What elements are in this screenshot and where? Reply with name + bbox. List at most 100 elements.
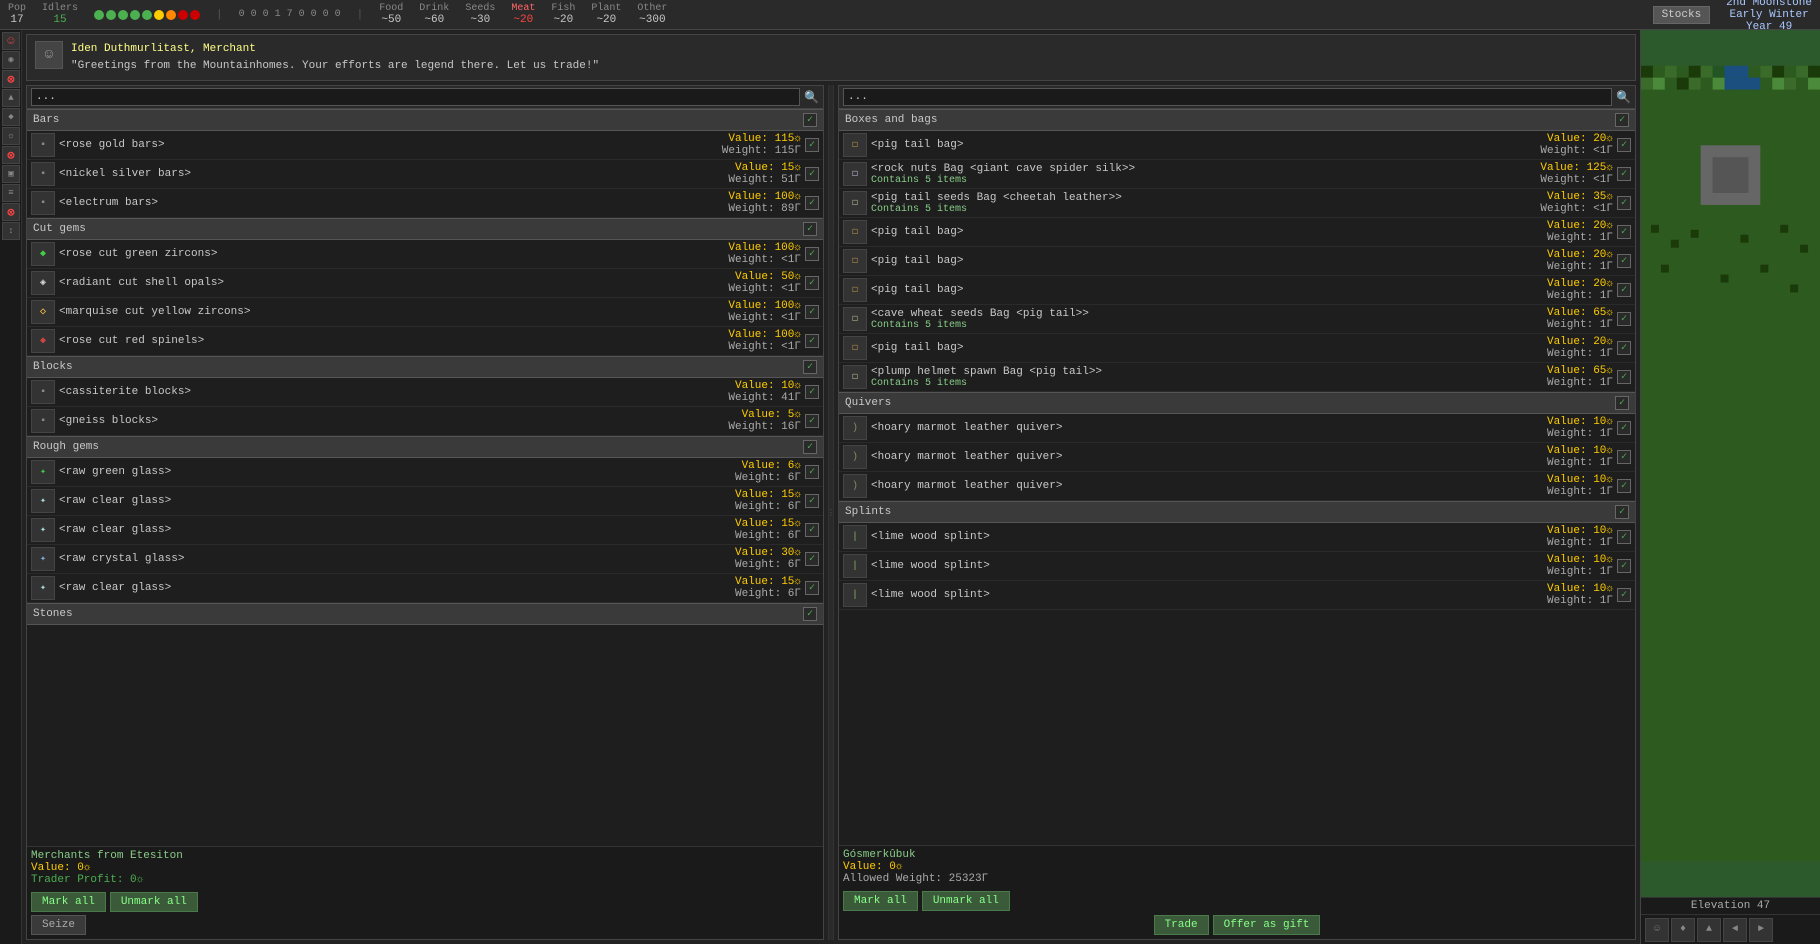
item-pig-tail-seeds-bag[interactable]: ◻ <pig tail seeds Bag <cheetah leather>>…	[839, 189, 1635, 218]
category-boxes-checkbox[interactable]: ✓	[1615, 113, 1629, 127]
bottom-icon-5[interactable]: ►	[1749, 918, 1773, 942]
item-checkbox-bag4[interactable]: ✓	[1617, 225, 1631, 239]
item-cassiterite-blocks[interactable]: ▪ <cassiterite blocks> Value: 10☼ Weight…	[27, 378, 823, 407]
item-raw-clear-glass3[interactable]: ✦ <raw clear glass> Value: 15☼ Weight: 6…	[27, 574, 823, 603]
item-checkbox-bag6[interactable]: ✓	[1617, 283, 1631, 297]
item-checkbox-bars2[interactable]: ✓	[805, 167, 819, 181]
item-pig-tail-bag4[interactable]: ◻ <pig tail bag> Value: 20☼ Weight: 1Γ ✓	[839, 276, 1635, 305]
item-checkbox-bag3[interactable]: ✓	[1617, 196, 1631, 210]
category-splints-checkbox[interactable]: ✓	[1615, 505, 1629, 519]
trade-button[interactable]: Trade	[1154, 915, 1209, 935]
item-checkbox-bag2[interactable]: ✓	[1617, 167, 1631, 181]
sidebar-icon-9[interactable]: ≡	[2, 184, 20, 202]
left-search-input[interactable]	[31, 88, 800, 106]
left-mark-all-button[interactable]: Mark all	[31, 892, 106, 912]
item-checkbox-rg4[interactable]: ✓	[805, 552, 819, 566]
item-checkbox-block2[interactable]: ✓	[805, 414, 819, 428]
sidebar-icon-7[interactable]: ⊗	[2, 146, 20, 164]
bottom-icon-1[interactable]: ☺	[1645, 918, 1669, 942]
item-raw-clear-glass2[interactable]: ✦ <raw clear glass> Value: 15☼ Weight: 6…	[27, 516, 823, 545]
item-checkbox-quiver1[interactable]: ✓	[1617, 421, 1631, 435]
item-checkbox-rg3[interactable]: ✓	[805, 523, 819, 537]
sidebar-icon-5[interactable]: ◆	[2, 108, 20, 126]
item-splint3[interactable]: | <lime wood splint> Value: 10☼ Weight: …	[839, 581, 1635, 610]
offer-gift-button[interactable]: Offer as gift	[1213, 915, 1321, 935]
item-checkbox-splint3[interactable]: ✓	[1617, 588, 1631, 602]
item-checkbox-bars3[interactable]: ✓	[805, 196, 819, 210]
item-pig-tail-bag1[interactable]: ◻ <pig tail bag> Value: 20☼ Weight: <1Γ …	[839, 131, 1635, 160]
item-checkbox-bag1[interactable]: ✓	[1617, 138, 1631, 152]
item-checkbox-splint1[interactable]: ✓	[1617, 530, 1631, 544]
item-checkbox-bag7[interactable]: ✓	[1617, 312, 1631, 326]
item-checkbox-bars1[interactable]: ✓	[805, 138, 819, 152]
item-shell-opals[interactable]: ◈ <radiant cut shell opals> Value: 50☼ W…	[27, 269, 823, 298]
item-checkbox-block1[interactable]: ✓	[805, 385, 819, 399]
item-quiver1[interactable]: ) <hoary marmot leather quiver> Value: 1…	[839, 414, 1635, 443]
category-quivers-checkbox[interactable]: ✓	[1615, 396, 1629, 410]
left-panel-content[interactable]: Bars ✓ ▪ <rose gold bars> Value: 115☼ We…	[27, 109, 823, 846]
stocks-button[interactable]: Stocks	[1653, 6, 1711, 24]
sidebar-icon-4[interactable]: ▲	[2, 89, 20, 107]
item-checkbox-rg1[interactable]: ✓	[805, 465, 819, 479]
item-pig-tail-bag2[interactable]: ◻ <pig tail bag> Value: 20☼ Weight: 1Γ ✓	[839, 218, 1635, 247]
right-unmark-all-button[interactable]: Unmark all	[922, 891, 1010, 911]
sidebar-icon-10[interactable]: ⊗	[2, 203, 20, 221]
item-gneiss-blocks[interactable]: ▪ <gneiss blocks> Value: 5☼ Weight: 16Γ …	[27, 407, 823, 436]
sidebar-icon-11[interactable]: ↕	[2, 222, 20, 240]
item-checkbox-bag5[interactable]: ✓	[1617, 254, 1631, 268]
bottom-icon-2[interactable]: ♦	[1671, 918, 1695, 942]
sidebar-icon-alert1[interactable]: ☺	[2, 32, 20, 50]
panel-splitter[interactable]: ⋮	[828, 85, 834, 940]
item-rose-gold-bars[interactable]: ▪ <rose gold bars> Value: 115☼ Weight: 1…	[27, 131, 823, 160]
bottom-icon-3[interactable]: ▲	[1697, 918, 1721, 942]
item-checkbox-bag8[interactable]: ✓	[1617, 341, 1631, 355]
category-bars-checkbox[interactable]: ✓	[803, 113, 817, 127]
item-checkbox-rg2[interactable]: ✓	[805, 494, 819, 508]
left-search-icon[interactable]: 🔍	[804, 90, 819, 105]
plant-stat: Plant ~20	[591, 3, 621, 26]
right-search-icon[interactable]: 🔍	[1616, 90, 1631, 105]
item-cave-wheat-bag[interactable]: ◻ <cave wheat seeds Bag <pig tail>> Cont…	[839, 305, 1635, 334]
item-pig-tail-bag5[interactable]: ◻ <pig tail bag> Value: 20☼ Weight: 1Γ ✓	[839, 334, 1635, 363]
right-search-input[interactable]	[843, 88, 1612, 106]
item-checkbox-quiver3[interactable]: ✓	[1617, 479, 1631, 493]
item-checkbox-gem3[interactable]: ✓	[805, 305, 819, 319]
sidebar-icon-6[interactable]: ☼	[2, 127, 20, 145]
map-svg	[1641, 30, 1820, 897]
category-blocks-checkbox[interactable]: ✓	[803, 360, 817, 374]
bottom-icon-4[interactable]: ◄	[1723, 918, 1747, 942]
item-checkbox-gem2[interactable]: ✓	[805, 276, 819, 290]
item-quiver2[interactable]: ) <hoary marmot leather quiver> Value: 1…	[839, 443, 1635, 472]
right-panel-content[interactable]: Boxes and bags ✓ ◻ <pig tail bag> Value:…	[839, 109, 1635, 845]
item-checkbox-quiver2[interactable]: ✓	[1617, 450, 1631, 464]
item-plump-helmet-bag[interactable]: ◻ <plump helmet spawn Bag <pig tail>> Co…	[839, 363, 1635, 392]
item-checkbox-splint2[interactable]: ✓	[1617, 559, 1631, 573]
item-electrum-bars[interactable]: ▪ <electrum bars> Value: 100☼ Weight: 89…	[27, 189, 823, 218]
item-rock-nuts-bag[interactable]: ◻ <rock nuts Bag <giant cave spider silk…	[839, 160, 1635, 189]
item-raw-crystal-glass[interactable]: ✦ <raw crystal glass> Value: 30☼ Weight:…	[27, 545, 823, 574]
item-pig-tail-bag3[interactable]: ◻ <pig tail bag> Value: 20☼ Weight: 1Γ ✓	[839, 247, 1635, 276]
category-stones-checkbox[interactable]: ✓	[803, 607, 817, 621]
item-splint2[interactable]: | <lime wood splint> Value: 10☼ Weight: …	[839, 552, 1635, 581]
category-rough-gems-checkbox[interactable]: ✓	[803, 440, 817, 454]
item-checkbox-bag9[interactable]: ✓	[1617, 370, 1631, 384]
item-yellow-zircons[interactable]: ◇ <marquise cut yellow zircons> Value: 1…	[27, 298, 823, 327]
item-raw-green-glass[interactable]: ✦ <raw green glass> Value: 6☼ Weight: 6Γ…	[27, 458, 823, 487]
left-unmark-all-button[interactable]: Unmark all	[110, 892, 198, 912]
sidebar-icon-3[interactable]: ⊗	[2, 70, 20, 88]
item-quiver3[interactable]: ) <hoary marmot leather quiver> Value: 1…	[839, 472, 1635, 501]
item-nickel-silver-bars[interactable]: ▪ <nickel silver bars> Value: 15☼ Weight…	[27, 160, 823, 189]
item-red-spinels[interactable]: ◆ <rose cut red spinels> Value: 100☼ Wei…	[27, 327, 823, 356]
sidebar-icon-2[interactable]: ◉	[2, 51, 20, 69]
right-mark-all-button[interactable]: Mark all	[843, 891, 918, 911]
item-checkbox-rg5[interactable]: ✓	[805, 581, 819, 595]
category-cut-gems-checkbox[interactable]: ✓	[803, 222, 817, 236]
item-raw-clear-glass1[interactable]: ✦ <raw clear glass> Value: 15☼ Weight: 6…	[27, 487, 823, 516]
seize-button[interactable]: Seize	[31, 915, 86, 935]
item-green-zircons[interactable]: ◆ <rose cut green zircons> Value: 100☼ W…	[27, 240, 823, 269]
item-checkbox-gem1[interactable]: ✓	[805, 247, 819, 261]
sidebar-icon-8[interactable]: ▣	[2, 165, 20, 183]
item-splint1[interactable]: | <lime wood splint> Value: 10☼ Weight: …	[839, 523, 1635, 552]
item-checkbox-gem4[interactable]: ✓	[805, 334, 819, 348]
right-bottom-info: Gósmerkûbuk Value: 0☼ Allowed Weight: 25…	[839, 845, 1635, 888]
